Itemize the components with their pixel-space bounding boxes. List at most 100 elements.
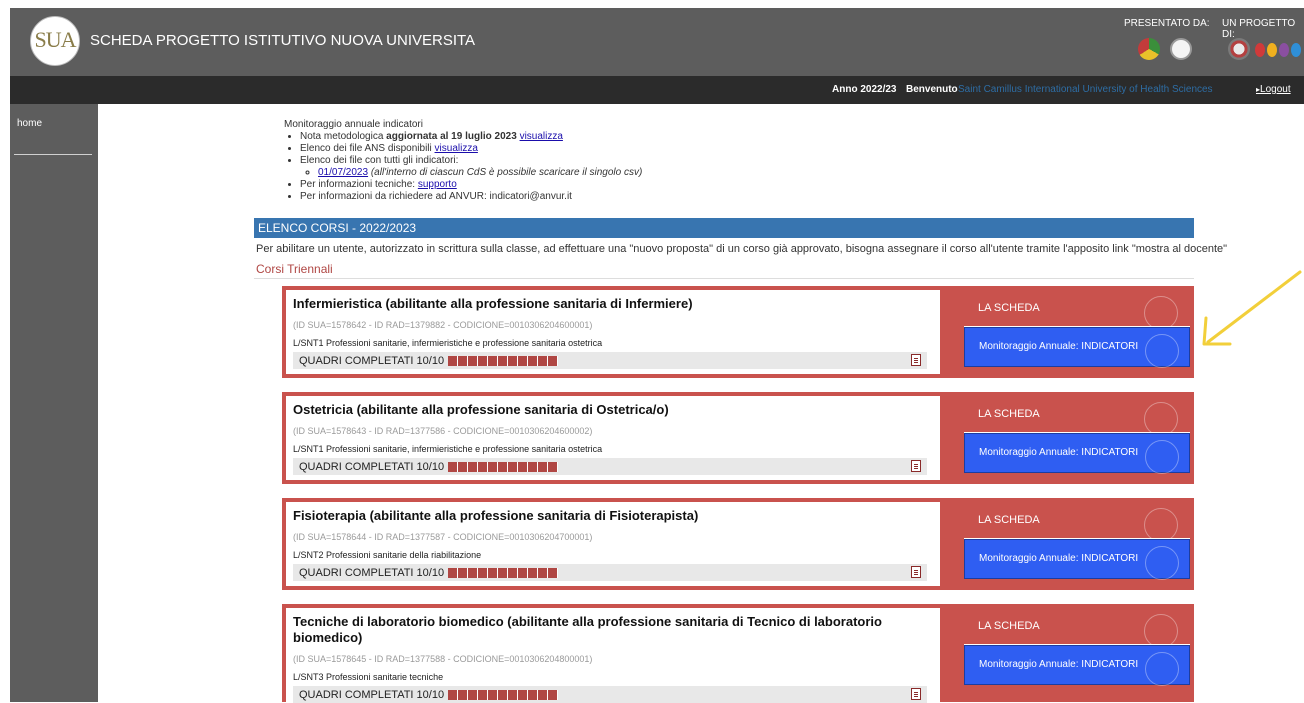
sua-watermark-icon [1145,334,1179,368]
ans-visualizza-link[interactable]: visualizza [435,143,478,154]
course-info-panel: Fisioterapia (abilitante alla profession… [286,502,940,586]
sidebar-item-home[interactable]: home [17,118,42,129]
nota-date: aggiornata al 19 luglio 2023 [386,131,517,142]
course-name: Ostetricia (abilitante alla professione … [293,402,669,417]
logout-link[interactable]: Logout [1256,84,1291,95]
course-info-panel: Ostetricia (abilitante alla professione … [286,396,940,480]
la-scheda-label: LA SCHEDA [978,408,1040,420]
progress-bar [448,568,558,578]
date-note: (all'interno di ciascun CdS è possibile … [370,167,643,178]
anvur-info-text: Per informazioni da richiedere ad ANVUR:… [300,191,572,202]
quadri-status: QUADRI COMPLETATI 10/10 [299,567,445,579]
course-list-header: ELENCO CORSI - 2022/2023 [254,218,1194,238]
course-ids: (ID SUA=1578645 - ID RAD=1377588 - CODIC… [293,654,593,664]
la-scheda-button[interactable]: LA SCHEDA [964,396,1190,436]
sidebar-divider [14,154,92,155]
pdf-icon[interactable] [911,460,921,472]
all-indicators-text: Elenco dei file con tutti gli indicatori… [300,155,459,166]
miur-logo-icon[interactable] [1255,43,1301,57]
list-item: Elenco dei file con tutti gli indicatori… [300,155,984,179]
subsection-title: Corsi Triennali [256,262,333,276]
monitoraggio-label: Monitoraggio Annuale: INDICATORI [979,553,1139,564]
sua-watermark-icon [1144,508,1178,542]
academic-year: Anno 2022/23 [832,84,897,95]
logo-text: SUA [34,27,76,52]
monitoraggio-button[interactable]: Monitoraggio Annuale: INDICATORI [964,327,1190,368]
course-card: Infermieristica (abilitante alla profess… [282,286,1194,378]
republic-emblem-icon[interactable] [1228,38,1250,60]
sua-watermark-icon [1145,652,1179,686]
user-bar: Anno 2022/23 Benvenuto Saint Camillus In… [10,76,1304,104]
course-name: Tecniche di laboratorio biomedico (abili… [293,614,882,645]
anvur-logo-icon[interactable] [1138,38,1160,60]
progress-bar [448,462,558,472]
list-item: Per informazioni da richiedere ad ANVUR:… [300,191,984,203]
app-title: SCHEDA PROGETTO ISTITUTIVO NUOVA UNIVERS… [90,32,476,49]
quadri-status: QUADRI COMPLETATI 10/10 [299,355,445,367]
course-card: Tecniche di laboratorio biomedico (abili… [282,604,1194,703]
monitoraggio-label: Monitoraggio Annuale: INDICATORI [979,341,1139,352]
list-item: Per informazioni tecniche: supporto [300,179,984,191]
monitoraggio-button[interactable]: Monitoraggio Annuale: INDICATORI [964,433,1190,474]
monitoraggio-label: Monitoraggio Annuale: INDICATORI [979,659,1139,670]
supporto-link[interactable]: supporto [418,179,457,190]
sua-watermark-icon [1144,296,1178,330]
course-ids: (ID SUA=1578643 - ID RAD=1377586 - CODIC… [293,426,593,436]
sua-watermark-icon [1144,402,1178,436]
la-scheda-label: LA SCHEDA [978,514,1040,526]
course-class: L/SNT2 Professioni sanitarie della riabi… [293,550,482,560]
course-class: L/SNT3 Professioni sanitarie tecniche [293,672,444,682]
list-item: 01/07/2023 (all'interno di ciascun CdS è… [318,167,984,179]
course-ids: (ID SUA=1578642 - ID RAD=1379882 - CODIC… [293,320,593,330]
monitoraggio-button[interactable]: Monitoraggio Annuale: INDICATORI [964,539,1190,580]
sua-watermark-icon [1144,614,1178,648]
pdf-icon[interactable] [911,566,921,578]
course-name: Fisioterapia (abilitante alla profession… [293,508,699,523]
date-file-link[interactable]: 01/07/2023 [318,167,368,178]
pdf-icon[interactable] [911,688,921,700]
nota-prefix: Nota metodologica [300,131,387,142]
quadri-row: QUADRI COMPLETATI 10/10 [293,564,927,581]
list-item: Nota metodologica aggiornata al 19 lugli… [300,131,984,143]
la-scheda-button[interactable]: LA SCHEDA [964,608,1190,648]
course-name: Infermieristica (abilitante alla profess… [293,296,693,311]
la-scheda-label: LA SCHEDA [978,620,1040,632]
quadri-status: QUADRI COMPLETATI 10/10 [299,461,445,473]
progress-fill [448,568,558,578]
monitoraggio-button[interactable]: Monitoraggio Annuale: INDICATORI [964,645,1190,686]
indicators-notice: Monitoraggio annuale indicatori Nota met… [284,119,984,203]
progress-bar [448,356,558,366]
progress-fill [448,356,558,366]
section-divider [254,278,1194,279]
notice-list: Nota metodologica aggiornata al 19 lugli… [284,131,984,203]
top-header: SUA SCHEDA PROGETTO ISTITUTIVO NUOVA UNI… [10,8,1304,76]
sua-watermark-icon [1145,440,1179,474]
sidebar: home [10,104,98,702]
presented-by-label: PRESENTATO DA: [1124,18,1210,29]
course-class: L/SNT1 Professioni sanitarie, infermieri… [293,444,603,454]
ans-text: Elenco dei file ANS disponibili [300,143,435,154]
sub-list: 01/07/2023 (all'interno di ciascun CdS è… [300,167,984,179]
la-scheda-button[interactable]: LA SCHEDA [964,290,1190,330]
sua-watermark-icon [1145,546,1179,580]
la-scheda-button[interactable]: LA SCHEDA [964,502,1190,542]
sua-logo[interactable]: SUA [30,16,80,66]
pdf-icon[interactable] [911,354,921,366]
enable-user-info: Per abilitare un utente, autorizzato in … [256,243,1228,255]
course-info-panel: Infermieristica (abilitante alla profess… [286,290,940,374]
course-card: Fisioterapia (abilitante alla profession… [282,498,1194,590]
university-link[interactable]: Saint Camillus International University … [958,84,1213,95]
nota-visualizza-link[interactable]: visualizza [520,131,563,142]
progress-fill [448,462,558,472]
course-info-panel: Tecniche di laboratorio biomedico (abili… [286,608,940,703]
welcome-label: Benvenuto [906,84,958,95]
course-list-title: ELENCO CORSI - 2022/2023 [258,221,417,235]
tech-info-text: Per informazioni tecniche: [300,179,418,190]
list-item: Elenco dei file ANS disponibili visualiz… [300,143,984,155]
progress-fill [448,690,558,700]
quadri-status: QUADRI COMPLETATI 10/10 [299,689,445,701]
quadri-row: QUADRI COMPLETATI 10/10 [293,458,927,475]
cineca-logo-icon[interactable] [1170,38,1192,60]
progress-bar [448,690,558,700]
monitoraggio-label: Monitoraggio Annuale: INDICATORI [979,447,1139,458]
